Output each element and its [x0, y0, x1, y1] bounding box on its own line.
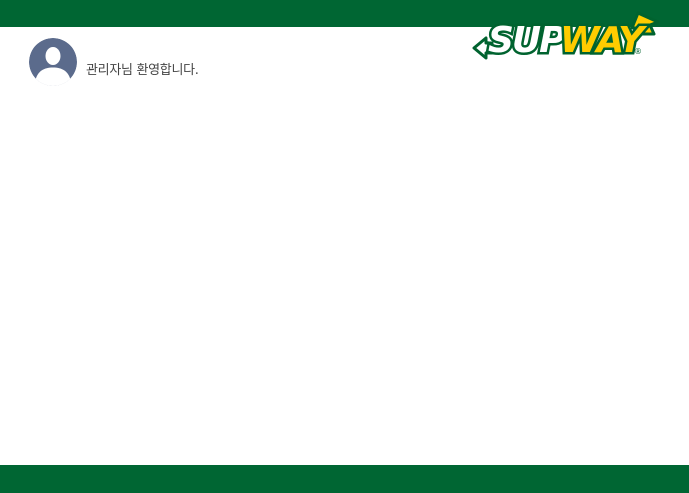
logo-text-sup: SUP: [488, 20, 565, 61]
logo-registered-mark: ®: [634, 47, 642, 56]
footer-bar: [0, 465, 689, 493]
welcome-message: 관리자님 환영합니다.: [86, 63, 199, 78]
user-info: 관리자님 환영합니다.: [29, 37, 199, 86]
supway-logo[interactable]: SUP WAY ®: [470, 8, 666, 64]
avatar-icon: [29, 37, 77, 86]
